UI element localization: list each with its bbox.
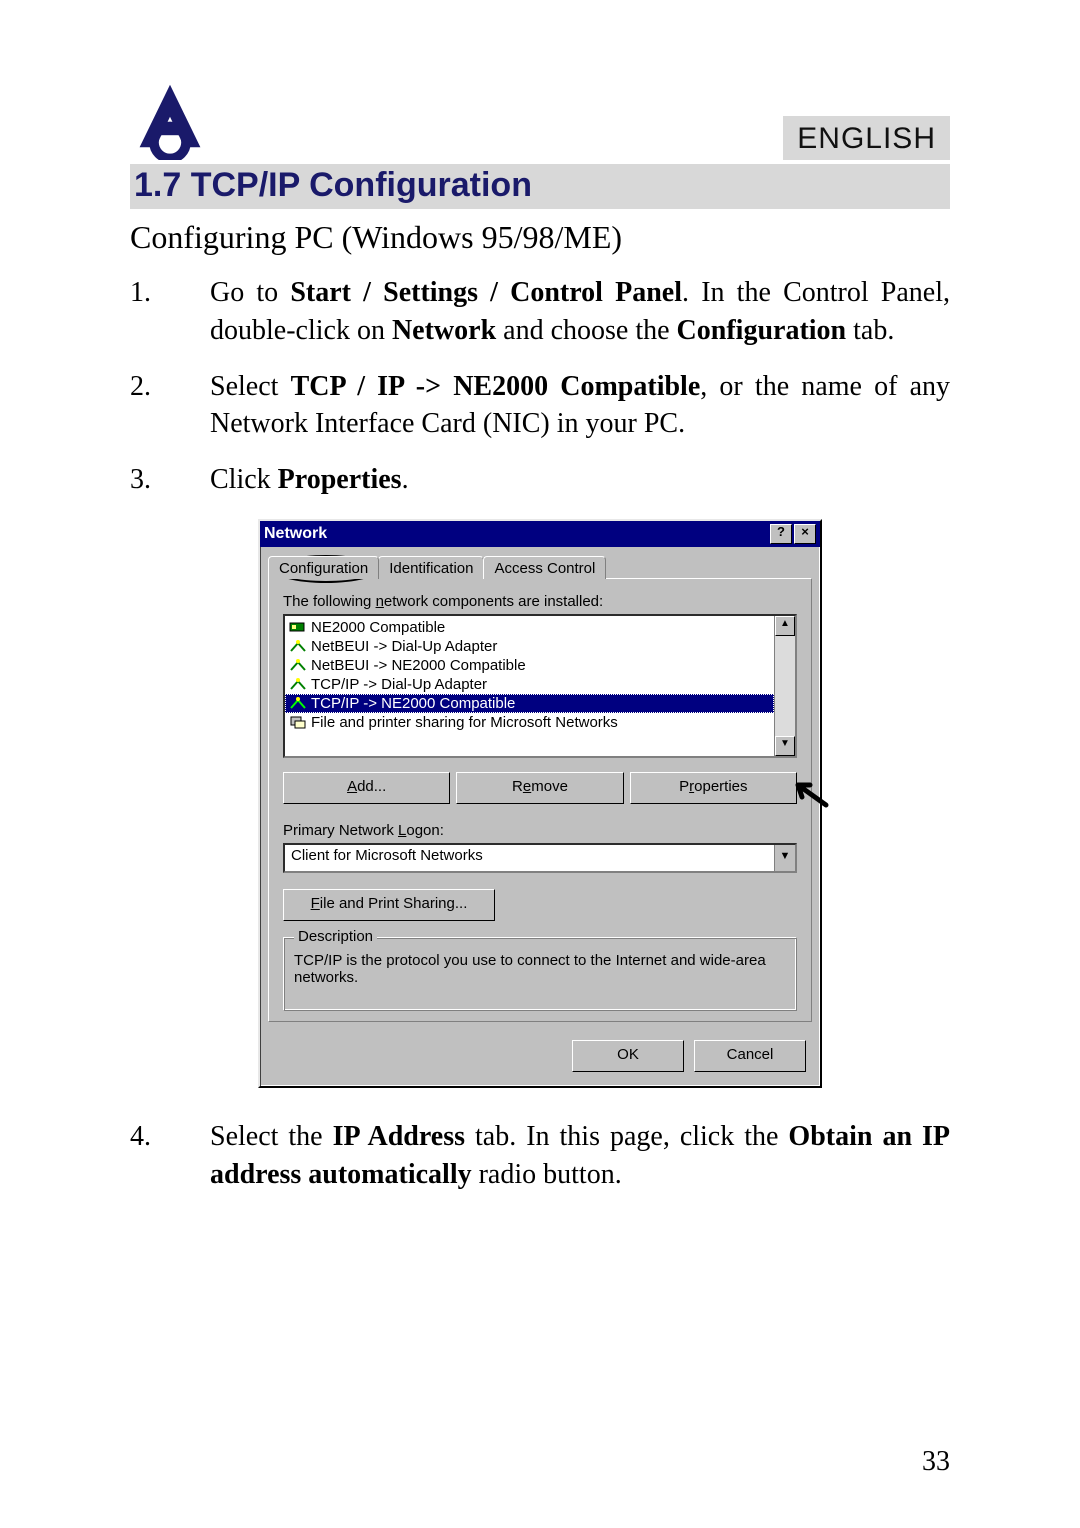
scroll-up-button[interactable]: ▲	[775, 616, 795, 636]
description-legend: Description	[294, 928, 377, 945]
step-3: Click Properties.	[130, 461, 950, 499]
list-item[interactable]: File and printer sharing for Microsoft N…	[285, 713, 774, 732]
dialog-titlebar[interactable]: Network ? ×	[260, 521, 820, 547]
page-number: 33	[922, 1446, 950, 1478]
protocol-icon	[289, 657, 307, 673]
description-group: Description TCP/IP is the protocol you u…	[283, 937, 797, 1011]
remove-button[interactable]: Remove	[456, 772, 623, 804]
cancel-button[interactable]: Cancel	[694, 1040, 806, 1072]
list-item-selected[interactable]: TCP/IP -> NE2000 Compatible	[285, 694, 774, 713]
properties-button[interactable]: Properties	[630, 772, 797, 804]
step-1: Go to Start / Settings / Control Panel. …	[130, 274, 950, 350]
components-label: The following network components are ins…	[283, 593, 797, 610]
protocol-icon	[289, 638, 307, 654]
tab-configuration[interactable]: Configuration	[268, 556, 379, 579]
brand-logo	[130, 80, 210, 160]
scroll-down-button[interactable]: ▼	[775, 736, 795, 756]
tab-identification[interactable]: Identification	[378, 556, 484, 579]
list-item[interactable]: NE2000 Compatible	[285, 618, 774, 637]
file-print-sharing-button[interactable]: File and Print Sharing...	[283, 889, 495, 921]
components-listbox[interactable]: NE2000 Compatible NetBEUI -> Dial-Up Ada…	[283, 614, 797, 758]
dropdown-value: Client for Microsoft Networks	[285, 845, 774, 871]
section-title: 1.7 TCP/IP Configuration	[130, 164, 950, 209]
list-item[interactable]: NetBEUI -> Dial-Up Adapter	[285, 637, 774, 656]
service-icon	[289, 714, 307, 730]
chevron-down-icon[interactable]: ▼	[774, 845, 795, 871]
scrollbar[interactable]: ▲ ▼	[774, 616, 795, 756]
annotation-arrow-icon	[792, 775, 832, 819]
protocol-icon	[289, 695, 307, 711]
list-item[interactable]: NetBEUI -> NE2000 Compatible	[285, 656, 774, 675]
primary-logon-label: Primary Network Logon:	[283, 822, 797, 839]
step-4: Select the IP Address tab. In this page,…	[130, 1118, 950, 1194]
adapter-icon	[289, 619, 307, 635]
description-text: TCP/IP is the protocol you use to connec…	[294, 952, 786, 986]
protocol-icon	[289, 676, 307, 692]
section-subhead: Configuring PC (Windows 95/98/ME)	[130, 219, 950, 256]
list-item[interactable]: TCP/IP -> Dial-Up Adapter	[285, 675, 774, 694]
help-button[interactable]: ?	[770, 524, 792, 544]
ok-button[interactable]: OK	[572, 1040, 684, 1072]
close-button[interactable]: ×	[794, 524, 816, 544]
add-button[interactable]: Add...	[283, 772, 450, 804]
dialog-title: Network	[264, 525, 327, 543]
tab-access-control[interactable]: Access Control	[483, 556, 606, 579]
step-2: Select TCP / IP -> NE2000 Compatible, or…	[130, 368, 950, 444]
primary-logon-dropdown[interactable]: Client for Microsoft Networks ▼	[283, 843, 797, 873]
network-dialog: Network ? × Configuration Identification…	[258, 519, 822, 1088]
language-badge: ENGLISH	[783, 116, 950, 160]
